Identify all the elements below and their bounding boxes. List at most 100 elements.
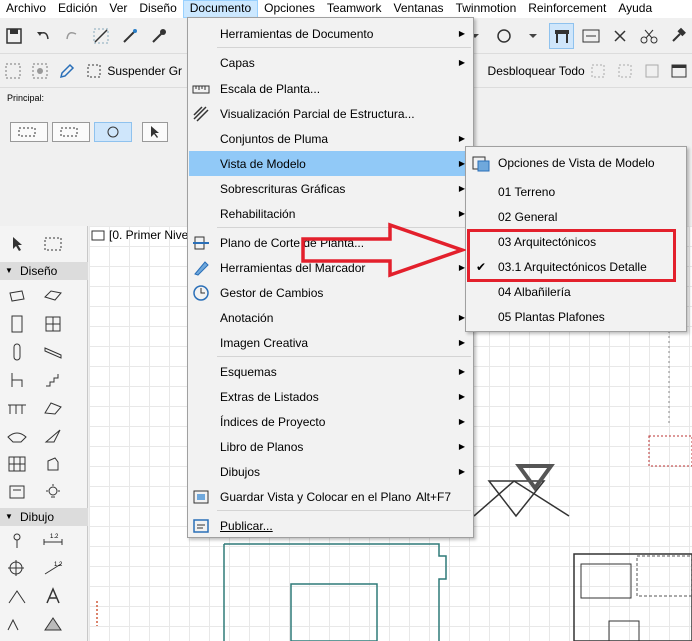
submenu-item-01-terreno[interactable]: 01 Terreno bbox=[467, 179, 685, 204]
menu-edicion[interactable]: Edición bbox=[52, 0, 103, 18]
morph-tool-icon[interactable] bbox=[42, 454, 64, 474]
arrow-select-icon[interactable] bbox=[6, 234, 28, 254]
menu-item-publicar[interactable]: Publicar... bbox=[189, 513, 472, 538]
object-tool-icon[interactable] bbox=[6, 370, 28, 390]
ungroup-icon[interactable] bbox=[29, 58, 52, 84]
cross-icon[interactable] bbox=[607, 23, 632, 49]
menu-item-escala-planta[interactable]: Escala de Planta... bbox=[189, 76, 472, 101]
fill-tool-icon[interactable] bbox=[42, 614, 64, 634]
shell-tool-icon[interactable] bbox=[6, 426, 28, 446]
eyedropper-icon[interactable] bbox=[147, 23, 172, 49]
partial-structure-icon bbox=[192, 105, 210, 123]
curtain-wall-icon[interactable] bbox=[6, 454, 28, 474]
menu-item-visualizacion-parcial[interactable]: Visualización Parcial de Estructura... bbox=[189, 101, 472, 126]
menu-diseno[interactable]: Diseño bbox=[133, 0, 182, 18]
shortcut-label: Alt+F7 bbox=[415, 489, 451, 504]
marquee-method-button[interactable] bbox=[52, 122, 90, 142]
stair-tool-icon[interactable] bbox=[42, 370, 64, 390]
annotation-arrow bbox=[301, 222, 466, 278]
menu-item-extras-listados[interactable]: Extras de Listados ▶ bbox=[189, 384, 472, 409]
submenu-arrow-icon: ▶ bbox=[458, 442, 465, 451]
label-tool-icon[interactable] bbox=[6, 614, 28, 634]
menu-item-sobrescrituras[interactable]: Sobrescrituras Gráficas ▶ bbox=[189, 176, 472, 201]
structure-display-icon[interactable] bbox=[549, 22, 575, 49]
menu-item-libro-planos[interactable]: Libro de Planos ▶ bbox=[189, 434, 472, 459]
edit-pencil-icon[interactable] bbox=[56, 58, 79, 84]
linear-dimension-icon[interactable]: 1.2 bbox=[42, 530, 64, 550]
menu-item-anotacion[interactable]: Anotación ▶ bbox=[189, 305, 472, 330]
menu-item-conjuntos-pluma[interactable]: Conjuntos de Pluma ▶ bbox=[189, 126, 472, 151]
zone-tool-icon[interactable] bbox=[6, 482, 28, 502]
layer-remove-icon[interactable] bbox=[640, 58, 663, 84]
menu-ventanas[interactable]: Ventanas bbox=[388, 0, 450, 18]
rotate-method-button[interactable] bbox=[94, 122, 132, 142]
menu-item-gestor-cambios[interactable]: Gestor de Cambios bbox=[189, 280, 472, 305]
window-tool-icon[interactable] bbox=[42, 314, 64, 334]
skylight-tool-icon[interactable] bbox=[42, 426, 64, 446]
window-icon[interactable] bbox=[667, 58, 690, 84]
scale-icon bbox=[192, 80, 210, 98]
group-icon[interactable] bbox=[2, 58, 25, 84]
annotation-highlight-box bbox=[467, 229, 676, 282]
scissors-icon[interactable] bbox=[636, 23, 661, 49]
wall-tool-icon[interactable] bbox=[6, 286, 28, 306]
menu-item-imagen-creativa[interactable]: Imagen Creativa ▶ bbox=[189, 330, 472, 355]
menu-item-dibujos[interactable]: Dibujos ▶ bbox=[189, 459, 472, 484]
menu-reinforcement[interactable]: Reinforcement bbox=[522, 0, 612, 18]
hammer-icon[interactable] bbox=[665, 23, 690, 49]
menu-item-capas[interactable]: Capas ▶ bbox=[189, 50, 472, 75]
menu-item-esquemas[interactable]: Esquemas ▶ bbox=[189, 359, 472, 384]
unlock-all-label[interactable]: Desbloquear Todo bbox=[488, 64, 585, 78]
door-tool-icon[interactable] bbox=[6, 314, 28, 334]
suspend-groups-icon[interactable] bbox=[82, 58, 105, 84]
arrow-tool-icon[interactable] bbox=[89, 23, 114, 49]
save-view-icon bbox=[192, 488, 210, 506]
undo-icon[interactable] bbox=[31, 23, 56, 49]
submenu-item-05-plantas-plafones[interactable]: 05 Plantas Plafones bbox=[467, 304, 685, 329]
angle-dimension-icon[interactable] bbox=[6, 586, 28, 606]
menu-ver[interactable]: Ver bbox=[103, 0, 133, 18]
redo-icon[interactable] bbox=[60, 23, 85, 49]
dimension-tool-icon[interactable] bbox=[6, 530, 28, 550]
magic-wand-icon[interactable] bbox=[118, 23, 143, 49]
publish-icon bbox=[192, 517, 210, 535]
menu-ayuda[interactable]: Ayuda bbox=[612, 0, 658, 18]
pointer-button[interactable] bbox=[142, 122, 168, 142]
marker-icon bbox=[192, 259, 210, 277]
marquee-select-icon[interactable] bbox=[42, 234, 64, 254]
suspend-groups-label[interactable]: Suspender Gr bbox=[107, 64, 182, 78]
menu-item-herramientas-documento[interactable]: Herramientas de Documento ▶ bbox=[189, 21, 472, 46]
text-tool-icon[interactable] bbox=[42, 586, 64, 606]
dimension-icon[interactable] bbox=[578, 23, 603, 49]
menu-item-guardar-vista[interactable]: Guardar Vista y Colocar en el Plano Alt+… bbox=[189, 484, 472, 509]
section-diseno[interactable]: Diseño bbox=[0, 262, 88, 280]
submenu-item-opciones-vista[interactable]: Opciones de Vista de Modelo bbox=[467, 150, 685, 175]
roof-tool-icon[interactable] bbox=[42, 398, 64, 418]
beam-tool-icon[interactable] bbox=[42, 342, 64, 362]
column-tool-icon[interactable] bbox=[6, 342, 28, 362]
submenu-item-04-albanileria[interactable]: 04 Albañilería bbox=[467, 279, 685, 304]
dropdown-chevron-icon-2[interactable] bbox=[521, 23, 546, 49]
menu-item-indices-proyecto[interactable]: Índices de Proyecto ▶ bbox=[189, 409, 472, 434]
railing-tool-icon[interactable] bbox=[6, 398, 28, 418]
lamp-tool-icon[interactable] bbox=[42, 482, 64, 502]
geometry-method-button[interactable] bbox=[10, 122, 48, 142]
submenu-arrow-icon: ▶ bbox=[458, 392, 465, 401]
menu-teamwork[interactable]: Teamwork bbox=[321, 0, 388, 18]
level-dimension-icon[interactable] bbox=[6, 558, 28, 578]
info-box: Principal: bbox=[0, 88, 190, 223]
slab-tool-icon[interactable] bbox=[42, 286, 64, 306]
layer-icon[interactable] bbox=[587, 58, 610, 84]
submenu-item-02-general[interactable]: 02 General bbox=[467, 204, 685, 229]
menu-archivo[interactable]: Archivo bbox=[0, 0, 52, 18]
section-dibujo[interactable]: Dibujo bbox=[0, 508, 88, 526]
menu-opciones[interactable]: Opciones bbox=[258, 0, 321, 18]
menu-twinmotion[interactable]: Twinmotion bbox=[450, 0, 523, 18]
menu-documento[interactable]: Documento bbox=[182, 0, 259, 18]
layer-add-icon[interactable] bbox=[614, 58, 637, 84]
submenu-arrow-icon: ▶ bbox=[458, 467, 465, 476]
elevation-dimension-icon[interactable]: 1.2 bbox=[42, 558, 64, 578]
menu-item-vista-modelo[interactable]: Vista de Modelo ▶ bbox=[189, 151, 472, 176]
save-icon[interactable] bbox=[2, 23, 27, 49]
pet-palette-icon[interactable] bbox=[492, 23, 517, 49]
